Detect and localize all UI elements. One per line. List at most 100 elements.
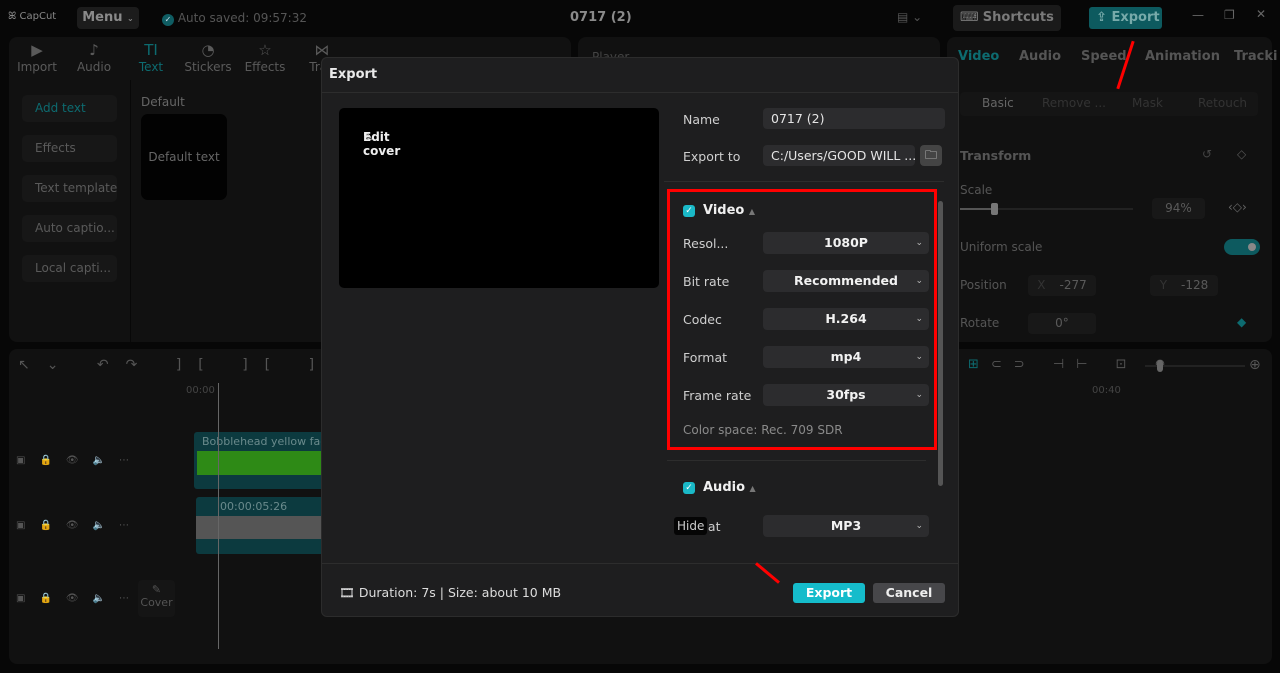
toolbar-text[interactable]: TI Text (126, 40, 176, 74)
tab-3[interactable]: Animation (1145, 49, 1220, 64)
subtab-2[interactable]: Mask (1132, 96, 1163, 110)
clip-sticker[interactable]: Bobblehead yellow fac (194, 432, 324, 489)
dialog-title: Export (329, 67, 378, 82)
minimize-button[interactable]: — (1192, 8, 1204, 22)
export-to-label: Export to (683, 149, 741, 164)
keyframe-nav-icon[interactable]: ‹◇› (1228, 200, 1247, 214)
top-export-button[interactable]: ⇪ Export (1089, 7, 1162, 29)
maximize-button[interactable]: ❐ (1224, 8, 1235, 22)
playhead[interactable] (218, 383, 219, 649)
cover-preview[interactable]: ✎ Edit cover (339, 108, 659, 288)
close-button[interactable]: ✕ (1256, 7, 1266, 21)
audio-section-title[interactable]: Audio ▲ (703, 480, 756, 495)
toolbar-audio[interactable]: ♪ Audio (69, 40, 119, 74)
audio-icon: ♪ (89, 41, 99, 59)
subtab-1[interactable]: Remove ... (1042, 96, 1106, 110)
export-path-input[interactable]: C:/Users/GOOD WILL ... (763, 145, 915, 166)
video-section-title[interactable]: Video ▲ (703, 203, 755, 218)
audio-checkbox[interactable]: ✓ (683, 482, 695, 494)
scrollbar[interactable] (938, 201, 943, 486)
scale-value[interactable]: 94% (1152, 198, 1205, 219)
toolbar-effects[interactable]: ☆ Effects (240, 40, 290, 74)
folder-button[interactable]: 🗀 (920, 145, 942, 166)
menu-button[interactable]: Menu ⌄ (77, 7, 139, 29)
track-controls-3[interactable]: ▣🔒👁🔈⋯ (16, 593, 143, 604)
name-input[interactable]: 0717 (2) (763, 108, 945, 129)
video-setting-label: Frame rate (683, 388, 752, 403)
tab-1[interactable]: Audio (1019, 49, 1061, 64)
sidebar-item[interactable]: Local capti... (22, 255, 117, 282)
zoom-in-icon[interactable]: ⊕ (1249, 357, 1261, 373)
divider (664, 181, 944, 182)
tab-0[interactable]: Video (958, 49, 999, 64)
divider (322, 92, 958, 93)
caret-up-icon: ▲ (748, 207, 756, 216)
layout-icon[interactable]: ▤ ⌄ (897, 10, 922, 24)
position-x-input[interactable]: X -277 (1028, 275, 1096, 296)
audio-format-select[interactable]: MP3 ⌄ (763, 515, 929, 537)
chevron-down-icon: ⌄ (915, 352, 923, 362)
divider (130, 80, 131, 342)
chevron-down-icon: ⌄ (127, 14, 134, 23)
divider (667, 460, 926, 461)
video-setting-select[interactable]: Recommended ⌄ (763, 270, 929, 292)
keyframe-diamond-icon[interactable]: ◆ (1237, 315, 1246, 329)
reset-icon[interactable]: ↺ (1202, 147, 1212, 161)
toolbar-stickers[interactable]: ◔ Stickers (183, 40, 233, 74)
sidebar-item[interactable]: Effects (22, 135, 117, 162)
track-controls-1[interactable]: ▣🔒👁🔈⋯ (16, 455, 143, 466)
capcut-logo: ꕤ CapCut (8, 11, 57, 22)
rotate-input[interactable]: 0° (1028, 313, 1096, 334)
video-checkbox[interactable]: ✓ (683, 205, 695, 217)
uniform-scale-toggle[interactable] (1224, 239, 1260, 255)
cancel-button[interactable]: Cancel (873, 583, 945, 603)
chevron-down-icon: ⌄ (915, 521, 923, 531)
check-circle-icon: ✓ (162, 14, 174, 26)
subtab-0[interactable]: Basic (982, 96, 1014, 110)
duration-size: 🎞 Duration: 7s | Size: about 10 MB (339, 585, 562, 600)
transform-heading: Transform (960, 148, 1032, 163)
subtab-3[interactable]: Retouch (1198, 96, 1247, 110)
video-setting-select[interactable]: 30fps ⌄ (763, 384, 929, 406)
sidebar-item[interactable]: Add text (22, 95, 117, 122)
clip-text[interactable]: 00:00:05:26 (196, 497, 324, 554)
video-setting-label: Codec (683, 312, 722, 327)
import-icon: ▶ (31, 41, 43, 59)
rotate-label: Rotate (960, 316, 1000, 330)
sidebar-item[interactable]: Auto captio... (22, 215, 117, 242)
video-setting-select[interactable]: mp4 ⌄ (763, 346, 929, 368)
tab-2[interactable]: Speed (1081, 49, 1127, 64)
project-title: 0717 (2) (570, 10, 632, 25)
slider-handle[interactable] (991, 203, 998, 215)
time-40: 00:40 (1092, 385, 1121, 396)
logo-icon: ꕤ (8, 11, 17, 22)
keyboard-icon: ⌨ (960, 10, 979, 25)
video-setting-select[interactable]: H.264 ⌄ (763, 308, 929, 330)
chevron-down-icon: ⌄ (915, 238, 923, 248)
sidebar-item[interactable]: Text template (22, 175, 117, 202)
caret-up-icon: ▲ (749, 484, 756, 493)
video-setting-select[interactable]: 1080P ⌄ (763, 232, 929, 254)
chevron-down-icon: ⌄ (915, 314, 923, 324)
share-icon: ⇪ (1096, 10, 1107, 25)
position-y-input[interactable]: Y -128 (1150, 275, 1218, 296)
keyframe-icon[interactable]: ◇ (1237, 147, 1246, 161)
zoom-slider[interactable] (1145, 360, 1245, 372)
scale-label: Scale (960, 183, 993, 197)
stickers-icon: ◔ (201, 41, 215, 59)
name-label: Name (683, 112, 720, 127)
scale-slider[interactable] (960, 203, 1133, 215)
annotation-arrow (755, 562, 780, 584)
toolbar-import[interactable]: ▶ Import (12, 40, 62, 74)
shortcuts-button[interactable]: ⌨ Shortcuts (953, 5, 1061, 31)
chevron-down-icon: ⌄ (915, 276, 923, 286)
cover-button[interactable]: ✎ Cover (138, 580, 175, 617)
track-controls-2[interactable]: ▣🔒👁🔈⋯ (16, 520, 143, 531)
color-space: Color space: Rec. 709 SDR (683, 423, 843, 437)
tab-4[interactable]: Tracki (1234, 49, 1277, 64)
default-text-preset[interactable]: Default text (141, 114, 227, 200)
video-setting-label: Format (683, 350, 728, 365)
effects-icon: ☆ (258, 41, 272, 59)
export-button[interactable]: Export (793, 583, 865, 603)
text-heading: Default (141, 95, 185, 109)
